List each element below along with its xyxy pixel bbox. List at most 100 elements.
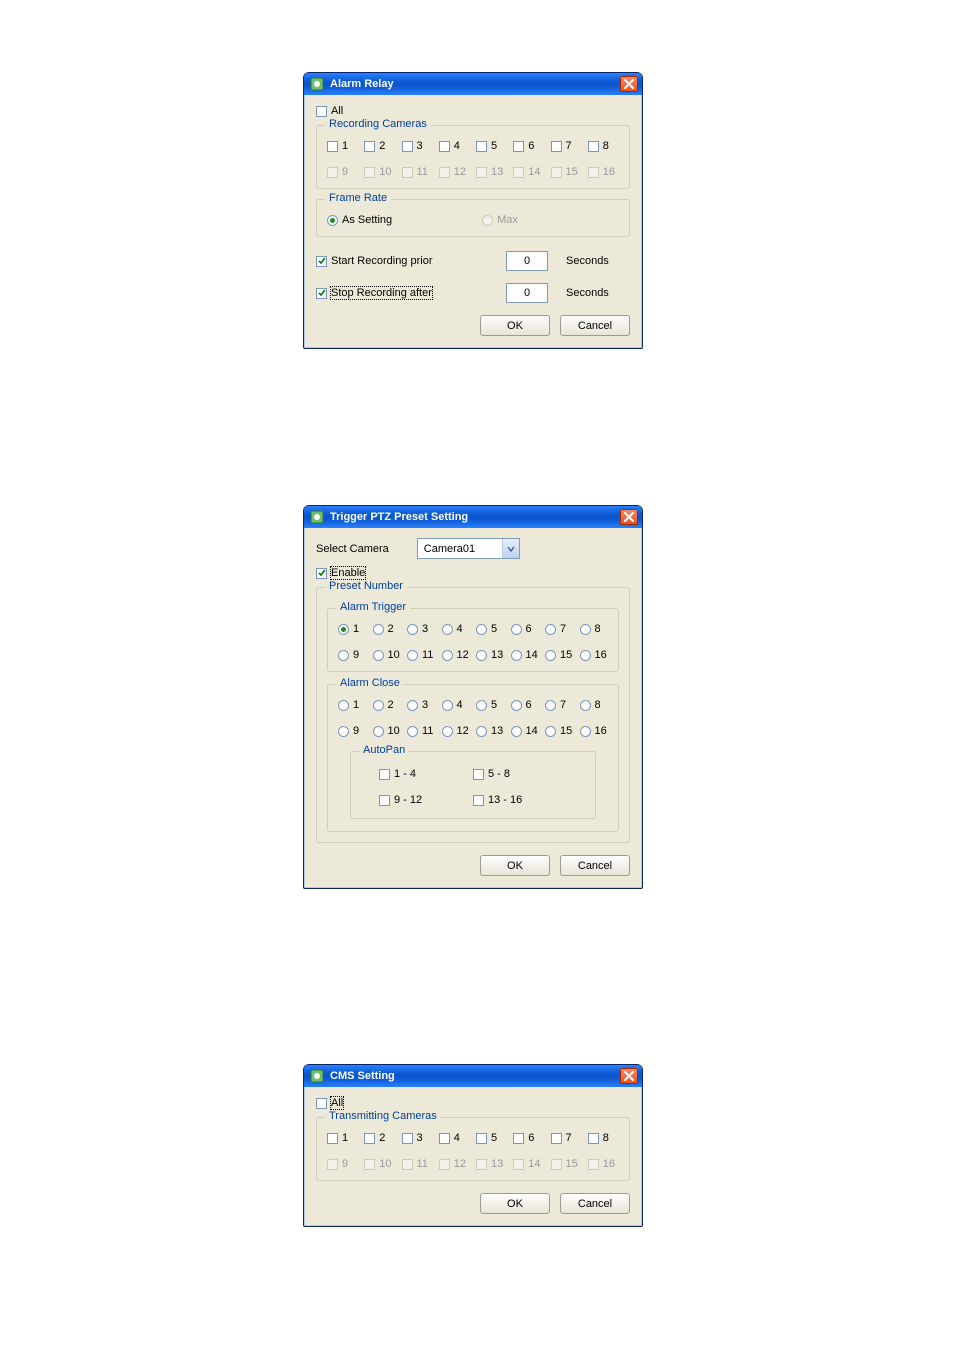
camera-checkbox: 9 [327,166,348,178]
preset-radio[interactable]: 4 [442,623,463,635]
camera-checkbox[interactable]: 6 [513,140,534,152]
chevron-down-icon [502,539,519,558]
start-seconds-input[interactable] [506,251,548,271]
preset-radio[interactable]: 15 [545,725,572,737]
autopan-checkbox[interactable]: 5 - 8 [473,768,567,780]
preset-radio[interactable]: 14 [511,649,538,661]
window-title: Alarm Relay [330,78,394,90]
as-setting-radio[interactable]: As Setting [327,214,392,226]
preset-radio[interactable]: 15 [545,649,572,661]
camera-checkbox[interactable]: 4 [439,140,460,152]
ok-button[interactable]: OK [480,855,550,876]
camera-checkbox[interactable]: 8 [588,1132,609,1144]
all-label: All [331,105,343,117]
camera-checkbox[interactable]: 6 [513,1132,534,1144]
all-label: All [331,1097,343,1109]
preset-radio[interactable]: 1 [338,623,359,635]
camera-checkbox[interactable]: 2 [364,140,385,152]
app-icon [310,510,324,524]
autopan-checkbox[interactable]: 9 - 12 [379,794,473,806]
preset-radio[interactable]: 7 [545,623,566,635]
preset-radio[interactable]: 14 [511,725,538,737]
camera-checkbox[interactable]: 4 [439,1132,460,1144]
alarm-trigger-group: Alarm Trigger 1 2 3 4 5 6 7 8 9 10 11 12 [327,608,619,672]
seconds-label: Seconds [566,255,609,267]
camera-checkbox: 9 [327,1158,348,1170]
preset-radio[interactable]: 12 [442,725,469,737]
all-checkbox[interactable]: All [316,1097,343,1109]
camera-checkbox[interactable]: 2 [364,1132,385,1144]
preset-radio[interactable]: 5 [476,699,497,711]
preset-radio[interactable]: 8 [580,623,601,635]
group-title: Alarm Trigger [336,601,410,613]
preset-radio[interactable]: 6 [511,623,532,635]
group-title: Recording Cameras [325,118,431,130]
preset-radio[interactable]: 12 [442,649,469,661]
preset-radio[interactable]: 3 [407,623,428,635]
group-title: AutoPan [359,744,409,756]
camera-checkbox[interactable]: 7 [551,1132,572,1144]
camera-checkbox: 14 [513,166,540,178]
preset-radio[interactable]: 13 [476,725,503,737]
start-recording-checkbox[interactable]: Start Recording prior [316,255,506,267]
max-radio: Max [482,214,518,226]
recording-cameras-group: Recording Cameras 1 2 3 4 5 6 7 8 9 10 1… [316,125,630,189]
preset-radio[interactable]: 16 [580,649,607,661]
preset-radio[interactable]: 16 [580,725,607,737]
preset-radio[interactable]: 4 [442,699,463,711]
cancel-button[interactable]: Cancel [560,315,630,336]
camera-checkbox[interactable]: 8 [588,140,609,152]
camera-checkbox: 15 [551,166,578,178]
cancel-button[interactable]: Cancel [560,1193,630,1214]
camera-checkbox: 13 [476,1158,503,1170]
group-title: Preset Number [325,580,407,592]
close-button[interactable] [620,509,638,525]
preset-radio[interactable]: 7 [545,699,566,711]
preset-radio[interactable]: 11 [407,649,433,661]
close-button[interactable] [620,1068,638,1084]
camera-checkbox[interactable]: 3 [402,1132,423,1144]
cancel-button[interactable]: Cancel [560,855,630,876]
preset-radio[interactable]: 11 [407,725,433,737]
camera-checkbox: 11 [402,166,428,178]
group-title: Alarm Close [336,677,404,689]
camera-checkbox: 11 [402,1158,428,1170]
autopan-checkbox[interactable]: 13 - 16 [473,794,567,806]
preset-radio[interactable]: 10 [373,725,400,737]
enable-checkbox[interactable]: Enable [316,567,365,579]
stop-seconds-input[interactable] [506,283,548,303]
ok-button[interactable]: OK [480,315,550,336]
frame-rate-group: Frame Rate As Setting Max [316,199,630,237]
select-camera-label: Select Camera [316,543,389,555]
preset-radio[interactable]: 1 [338,699,359,711]
camera-checkbox[interactable]: 5 [476,140,497,152]
camera-checkbox[interactable]: 7 [551,140,572,152]
preset-radio[interactable]: 9 [338,649,359,661]
preset-radio[interactable]: 13 [476,649,503,661]
camera-checkbox[interactable]: 1 [327,140,348,152]
close-button[interactable] [620,76,638,92]
select-camera-dropdown[interactable]: Camera01 [417,538,520,559]
preset-radio[interactable]: 9 [338,725,359,737]
preset-radio[interactable]: 6 [511,699,532,711]
camera-checkbox[interactable]: 1 [327,1132,348,1144]
camera-checkbox: 14 [513,1158,540,1170]
group-title: Transmitting Cameras [325,1110,441,1122]
group-title: Frame Rate [325,192,391,204]
preset-radio[interactable]: 3 [407,699,428,711]
preset-radio[interactable]: 2 [373,699,394,711]
camera-checkbox: 10 [364,1158,391,1170]
preset-radio[interactable]: 5 [476,623,497,635]
stop-recording-checkbox[interactable]: Stop Recording after [316,287,506,299]
preset-radio[interactable]: 2 [373,623,394,635]
camera-checkbox: 13 [476,166,503,178]
preset-radio[interactable]: 8 [580,699,601,711]
preset-radio[interactable]: 10 [373,649,400,661]
camera-checkbox[interactable]: 3 [402,140,423,152]
titlebar: Trigger PTZ Preset Setting [304,506,642,528]
autopan-checkbox[interactable]: 1 - 4 [379,768,473,780]
camera-checkbox[interactable]: 5 [476,1132,497,1144]
app-icon [310,77,324,91]
all-checkbox[interactable]: All [316,105,343,117]
ok-button[interactable]: OK [480,1193,550,1214]
